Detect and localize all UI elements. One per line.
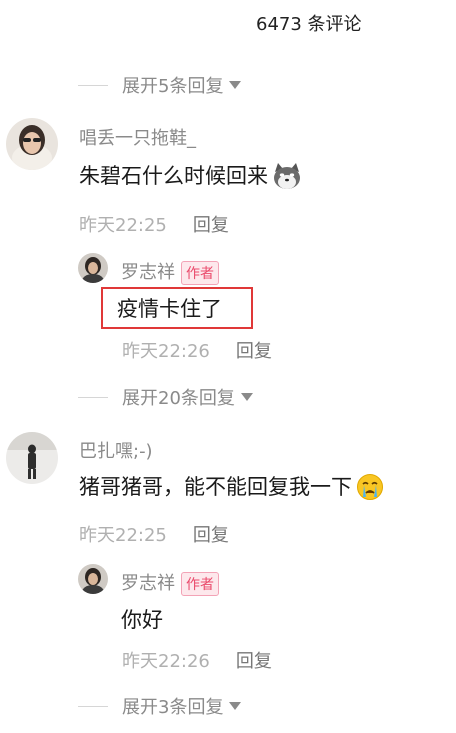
author-badge: 作者 [181, 572, 219, 596]
timestamp: 昨天22:25 [79, 525, 167, 546]
reply-button[interactable]: 回复 [193, 525, 229, 546]
timestamp: 昨天22:25 [79, 215, 167, 236]
comment-body: 朱碧石什么时候回来 [79, 164, 268, 188]
divider [78, 705, 108, 707]
comment-count: 6473 条评论 [256, 14, 362, 35]
author-badge: 作者 [181, 261, 219, 285]
expand-replies-label: 展开5条回复 [122, 76, 224, 97]
reply-meta: 昨天22:26 回复 [122, 647, 272, 673]
chevron-down-icon [229, 81, 242, 89]
reply-meta: 昨天22:26 回复 [122, 337, 272, 363]
reply-button[interactable]: 回复 [193, 215, 229, 236]
divider [78, 396, 108, 398]
author-avatar[interactable] [78, 564, 108, 594]
timestamp: 昨天22:26 [122, 341, 210, 362]
comment-text: 猪哥猪哥，能不能回复我一下 [79, 471, 383, 501]
avatar[interactable] [6, 118, 58, 170]
avatar[interactable] [6, 432, 58, 484]
chevron-down-icon [240, 393, 253, 401]
chevron-down-icon [229, 702, 242, 710]
reply-button[interactable]: 回复 [236, 651, 272, 672]
username[interactable]: 巴扎嘿;-) [79, 437, 153, 463]
expand-replies-label: 展开20条回复 [122, 388, 235, 409]
dog-emoji-icon [272, 162, 300, 189]
timestamp: 昨天22:26 [122, 651, 210, 672]
author-avatar[interactable] [78, 253, 108, 283]
expand-replies-button[interactable]: 展开3条回复 [78, 693, 242, 719]
comment-body: 猪哥猪哥，能不能回复我一下 [79, 475, 352, 499]
author-name[interactable]: 罗志祥 作者 [121, 258, 219, 285]
reply-body: 疫情卡住了 [117, 297, 222, 321]
author-username: 罗志祥 [121, 573, 175, 594]
username[interactable]: 唱丢一只拖鞋_ [79, 124, 196, 150]
reply-text: 你好 [121, 604, 163, 634]
expand-replies-button[interactable]: 展开5条回复 [78, 72, 242, 98]
expand-replies-label: 展开3条回复 [122, 697, 224, 718]
highlighted-reply: 疫情卡住了 [101, 287, 253, 329]
crying-emoji-icon [356, 473, 383, 500]
author-name[interactable]: 罗志祥 作者 [121, 569, 219, 596]
reply-button[interactable]: 回复 [236, 341, 272, 362]
expand-replies-button[interactable]: 展开20条回复 [78, 384, 253, 410]
comment-text: 朱碧石什么时候回来 [79, 160, 300, 190]
author-username: 罗志祥 [121, 262, 175, 283]
comment-meta: 昨天22:25 回复 [79, 521, 229, 547]
comment-meta: 昨天22:25 回复 [79, 211, 229, 237]
reply-body: 你好 [121, 608, 163, 632]
divider [78, 84, 108, 86]
